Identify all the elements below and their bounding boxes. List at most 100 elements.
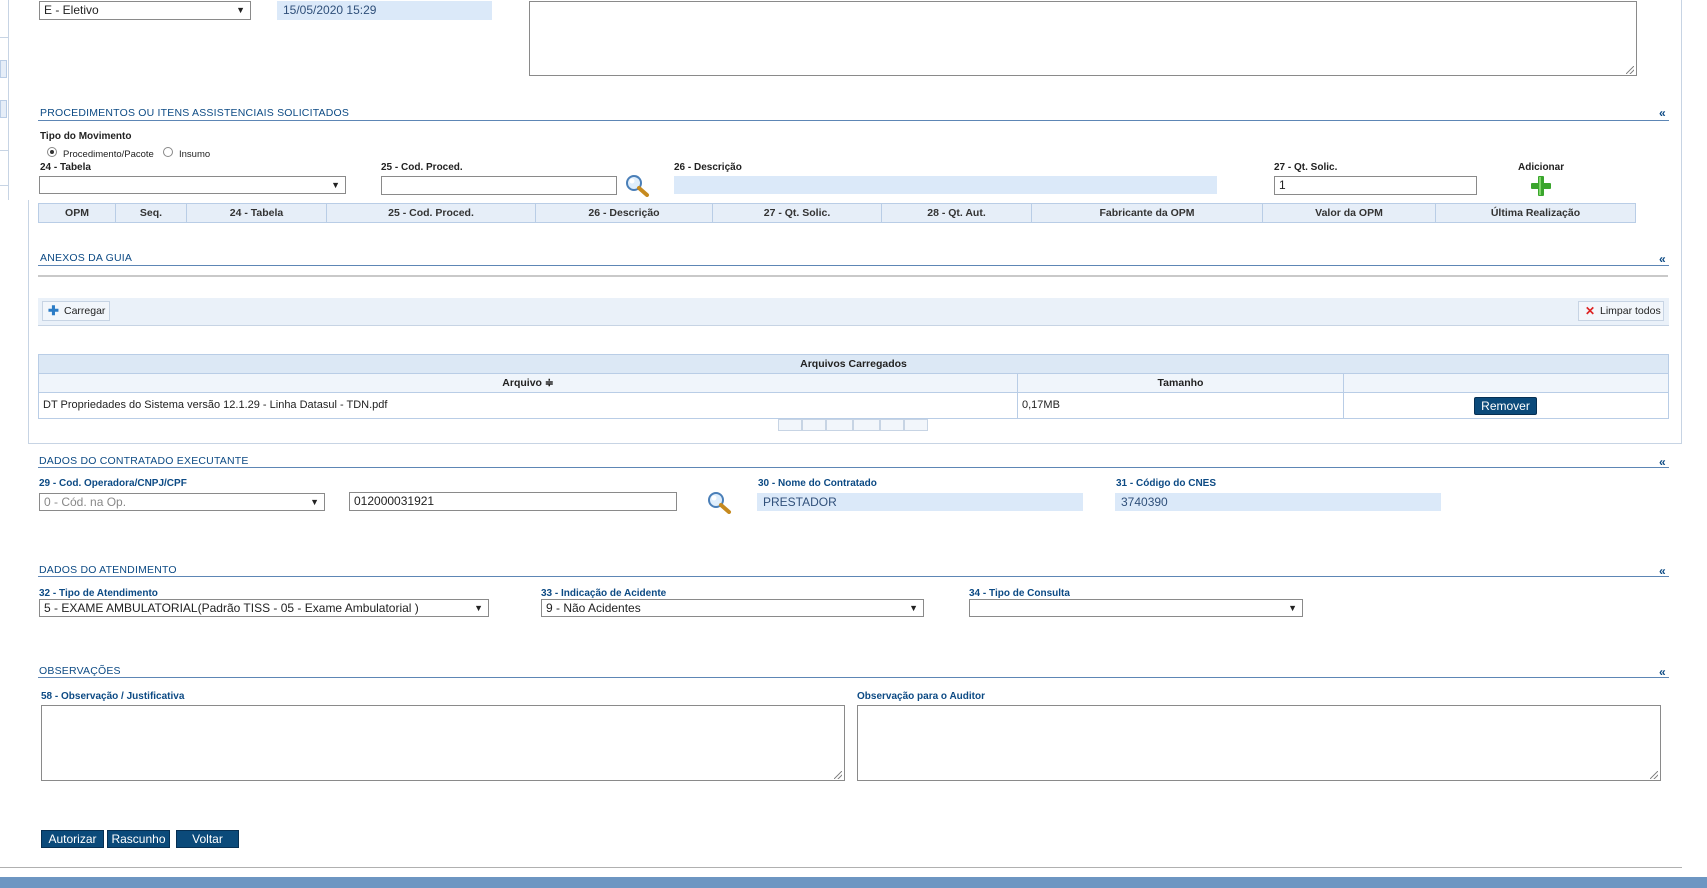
col-cod-proced[interactable]: 25 - Cod. Proced. bbox=[326, 203, 536, 223]
observacao-auditor-textarea[interactable] bbox=[857, 705, 1661, 781]
tipo-consulta-label: 34 - Tipo de Consulta bbox=[969, 588, 1070, 599]
tipo-atendimento-select[interactable]: 5 - EXAME AMBULATORIAL(Padrão TISS - 05 … bbox=[39, 599, 489, 617]
carregar-label: Carregar bbox=[64, 305, 106, 317]
cnes-field: 3740390 bbox=[1115, 493, 1441, 511]
chevron-down-icon: ▼ bbox=[310, 497, 319, 507]
cod-operadora-input[interactable]: 012000031921 bbox=[349, 492, 677, 511]
file-size: 0,17MB bbox=[1022, 399, 1060, 411]
col-qt-solic[interactable]: 27 - Qt. Solic. bbox=[712, 203, 882, 223]
left-panel-divider bbox=[0, 185, 8, 186]
col-qt-aut[interactable]: 28 - Qt. Aut. bbox=[881, 203, 1032, 223]
tipo-consulta-select[interactable]: ▼ bbox=[969, 599, 1303, 617]
limpar-todos-button[interactable]: ✕ Limpar todos bbox=[1578, 301, 1664, 321]
section-title-observacoes: OBSERVAÇÕES bbox=[39, 665, 121, 677]
col-tamanho[interactable]: Tamanho bbox=[1018, 374, 1344, 393]
cod-proced-input[interactable] bbox=[381, 176, 617, 195]
descricao-field bbox=[674, 176, 1217, 194]
col-seq[interactable]: Seq. bbox=[115, 203, 187, 223]
panel-border-bottom bbox=[28, 443, 1682, 444]
section-divider bbox=[38, 467, 1669, 468]
observacao-justificativa-label: 58 - Observação / Justificativa bbox=[41, 691, 185, 702]
resize-grip-icon[interactable] bbox=[1650, 771, 1658, 779]
section-title-anexos: ANEXOS DA GUIA bbox=[40, 252, 133, 264]
file-name: DT Propriedades do Sistema versão 12.1.2… bbox=[43, 399, 388, 411]
table-header-row: OPM Seq. 24 - Tabela 25 - Cod. Proced. 2… bbox=[38, 203, 1636, 223]
col-acao bbox=[1344, 374, 1668, 393]
tipo-atendimento-label: 32 - Tipo de Atendimento bbox=[39, 588, 158, 599]
carater-atendimento-value: E - Eletivo bbox=[44, 3, 99, 17]
page-input[interactable] bbox=[826, 419, 853, 431]
collapse-icon[interactable]: « bbox=[1659, 106, 1666, 120]
observacao-auditor-label: Observação para o Auditor bbox=[857, 691, 985, 702]
indicacao-acidente-select[interactable]: 9 - Não Acidentes ▼ bbox=[541, 599, 924, 617]
remover-button[interactable]: Remover bbox=[1474, 397, 1537, 415]
qt-solic-input[interactable]: 1 bbox=[1274, 176, 1477, 195]
nome-contratado-field: PRESTADOR bbox=[757, 493, 1083, 511]
top-textarea[interactable] bbox=[529, 1, 1637, 76]
radio-insumo-label: Insumo bbox=[179, 149, 211, 160]
anexos-separator bbox=[38, 275, 1668, 277]
left-panel-divider bbox=[0, 150, 8, 151]
footer-divider bbox=[0, 867, 1682, 868]
radio-insumo[interactable] bbox=[163, 147, 173, 157]
tipo-movimento-label: Tipo do Movimento bbox=[40, 131, 132, 142]
cod-proced-label: 25 - Cod. Proced. bbox=[381, 162, 463, 173]
section-title-procedimentos: PROCEDIMENTOS OU ITENS ASSISTENCIAIS SOL… bbox=[40, 107, 350, 119]
last-page-icon[interactable] bbox=[904, 419, 928, 431]
tipo-atendimento-value: 5 - EXAME AMBULATORIAL(Padrão TISS - 05 … bbox=[44, 601, 419, 615]
indicacao-acidente-label: 33 - Indicação de Acidente bbox=[541, 588, 667, 599]
panel-border-right bbox=[1681, 0, 1682, 443]
carregar-button[interactable]: ✚ Carregar bbox=[42, 301, 110, 321]
autorizar-button[interactable]: Autorizar bbox=[41, 830, 104, 848]
tabela-label: 24 - Tabela bbox=[40, 162, 91, 173]
observacao-justificativa-textarea[interactable] bbox=[41, 705, 845, 781]
chevron-down-icon: ▼ bbox=[331, 180, 340, 190]
indicacao-acidente-value: 9 - Não Acidentes bbox=[546, 601, 641, 615]
col-arquivo[interactable]: Arquivo ≑ bbox=[39, 374, 1018, 393]
col-valor-opm[interactable]: Valor da OPM bbox=[1262, 203, 1436, 223]
resize-grip-icon[interactable] bbox=[1626, 66, 1634, 74]
first-page-icon[interactable] bbox=[778, 419, 802, 431]
left-panel-divider bbox=[0, 37, 8, 38]
left-panel-edge bbox=[0, 0, 9, 200]
plus-icon: ✚ bbox=[48, 303, 59, 318]
limpar-todos-label: Limpar todos bbox=[1600, 305, 1661, 317]
search-icon[interactable] bbox=[706, 490, 732, 514]
voltar-button[interactable]: Voltar bbox=[176, 830, 239, 848]
cod-operadora-select[interactable]: 0 - Cód. na Op. ▼ bbox=[39, 493, 325, 511]
chevron-down-icon: ▼ bbox=[1288, 603, 1297, 613]
chevron-down-icon: ▼ bbox=[909, 603, 918, 613]
procedimentos-table: OPM Seq. 24 - Tabela 25 - Cod. Proced. 2… bbox=[38, 203, 1636, 223]
tabela-select[interactable]: ▼ bbox=[39, 176, 346, 194]
prev-page-icon[interactable] bbox=[802, 419, 826, 431]
qt-solic-label: 27 - Qt. Solic. bbox=[1274, 162, 1338, 173]
radio-procedimento[interactable] bbox=[47, 147, 57, 157]
section-divider bbox=[38, 265, 1669, 266]
chevron-down-icon: ▼ bbox=[474, 603, 483, 613]
data-solicitacao-field: 15/05/2020 15:29 bbox=[277, 1, 492, 20]
left-panel-button[interactable] bbox=[0, 100, 7, 118]
next-page-icon[interactable] bbox=[880, 419, 904, 431]
col-fabricante[interactable]: Fabricante da OPM bbox=[1031, 203, 1263, 223]
left-panel-button[interactable] bbox=[0, 60, 7, 78]
col-tabela[interactable]: 24 - Tabela bbox=[186, 203, 327, 223]
row-divider bbox=[1343, 393, 1344, 418]
carater-atendimento-select[interactable]: E - Eletivo ▼ bbox=[39, 1, 251, 20]
rascunho-button[interactable]: Rascunho bbox=[107, 830, 170, 848]
section-divider bbox=[38, 677, 1669, 678]
add-icon[interactable] bbox=[1530, 175, 1552, 197]
cnes-label: 31 - Código do CNES bbox=[1116, 478, 1216, 489]
close-icon: ✕ bbox=[1585, 304, 1596, 318]
search-icon[interactable] bbox=[624, 173, 650, 197]
section-divider bbox=[38, 576, 1669, 577]
nome-contratado-label: 30 - Nome do Contratado bbox=[758, 478, 877, 489]
col-opm[interactable]: OPM bbox=[38, 203, 116, 223]
section-divider bbox=[38, 120, 1669, 121]
row-divider bbox=[1017, 393, 1018, 418]
col-ultima-realizacao[interactable]: Última Realização bbox=[1435, 203, 1636, 223]
collapse-icon[interactable]: « bbox=[1659, 252, 1666, 266]
descricao-label: 26 - Descrição bbox=[674, 162, 742, 173]
resize-grip-icon[interactable] bbox=[834, 771, 842, 779]
col-descricao[interactable]: 26 - Descrição bbox=[535, 203, 713, 223]
table-row: DT Propriedades do Sistema versão 12.1.2… bbox=[39, 393, 1668, 418]
